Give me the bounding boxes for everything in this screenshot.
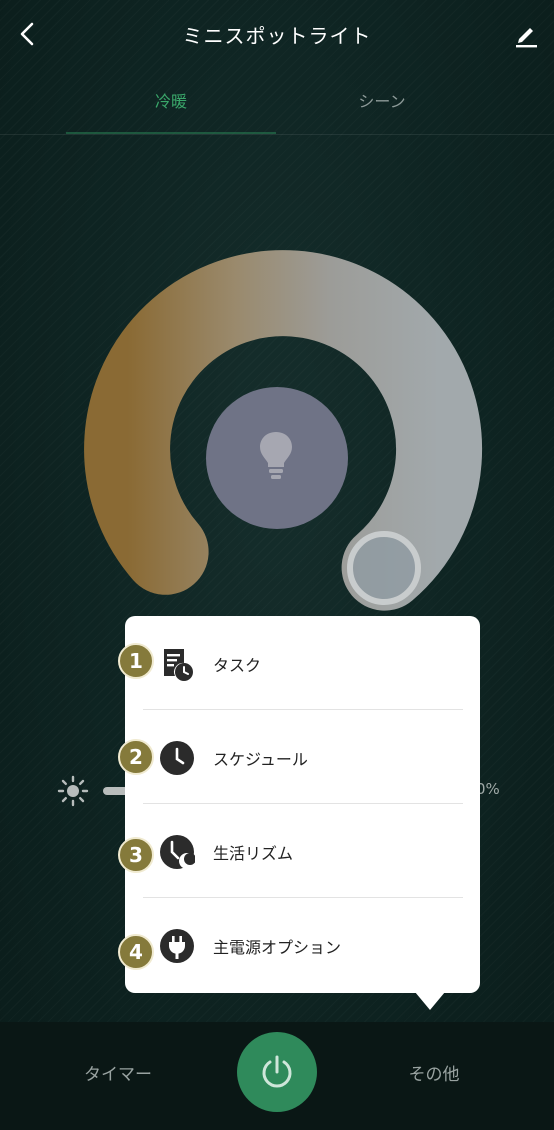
step-badge: 4 [118, 934, 154, 970]
menu-item-biorhythm[interactable]: 生活リズム [125, 804, 480, 898]
dial-handle[interactable] [347, 531, 421, 605]
edit-button[interactable] [508, 16, 544, 52]
lightbulb-icon [260, 432, 292, 479]
clock-icon [160, 741, 194, 775]
menu-item-power-options[interactable]: 主電源オプション [125, 898, 480, 992]
tab-active-indicator [66, 132, 276, 134]
menu-item-label: スケジュール [213, 750, 308, 769]
timer-button[interactable]: タイマー [40, 1060, 196, 1085]
menu-item-schedule[interactable]: スケジュール [125, 710, 480, 804]
power-button[interactable] [237, 1032, 317, 1112]
sun-icon [57, 775, 89, 807]
step-badge: 1 [118, 643, 154, 679]
pencil-icon [516, 28, 537, 48]
app-screen: ミニスポットライト 冷暖 シーン 0% タイマー その他 タスク スケジュール … [0, 0, 554, 1130]
more-options-menu: タスク スケジュール 生活リズム 主電源オプション [125, 616, 480, 993]
tab-scene[interactable]: シーン [277, 88, 487, 112]
more-button[interactable]: その他 [356, 1060, 512, 1085]
sun-moon-icon [160, 835, 195, 869]
page-title: ミニスポットライト [182, 24, 372, 48]
menu-item-label: タスク [213, 656, 262, 675]
menu-item-label: 主電源オプション [213, 938, 342, 957]
tab-bar: 冷暖 シーン [0, 78, 554, 135]
header: ミニスポットライト [0, 0, 554, 68]
plug-icon [160, 929, 194, 963]
power-icon [262, 1055, 292, 1088]
step-badge: 2 [118, 739, 154, 775]
task-clock-icon [164, 649, 193, 681]
menu-item-task[interactable]: タスク [125, 616, 480, 710]
step-badge: 3 [118, 837, 154, 873]
menu-item-label: 生活リズム [213, 844, 294, 863]
tab-color-temperature[interactable]: 冷暖 [66, 88, 276, 112]
menu-pointer-arrow [415, 992, 445, 1010]
